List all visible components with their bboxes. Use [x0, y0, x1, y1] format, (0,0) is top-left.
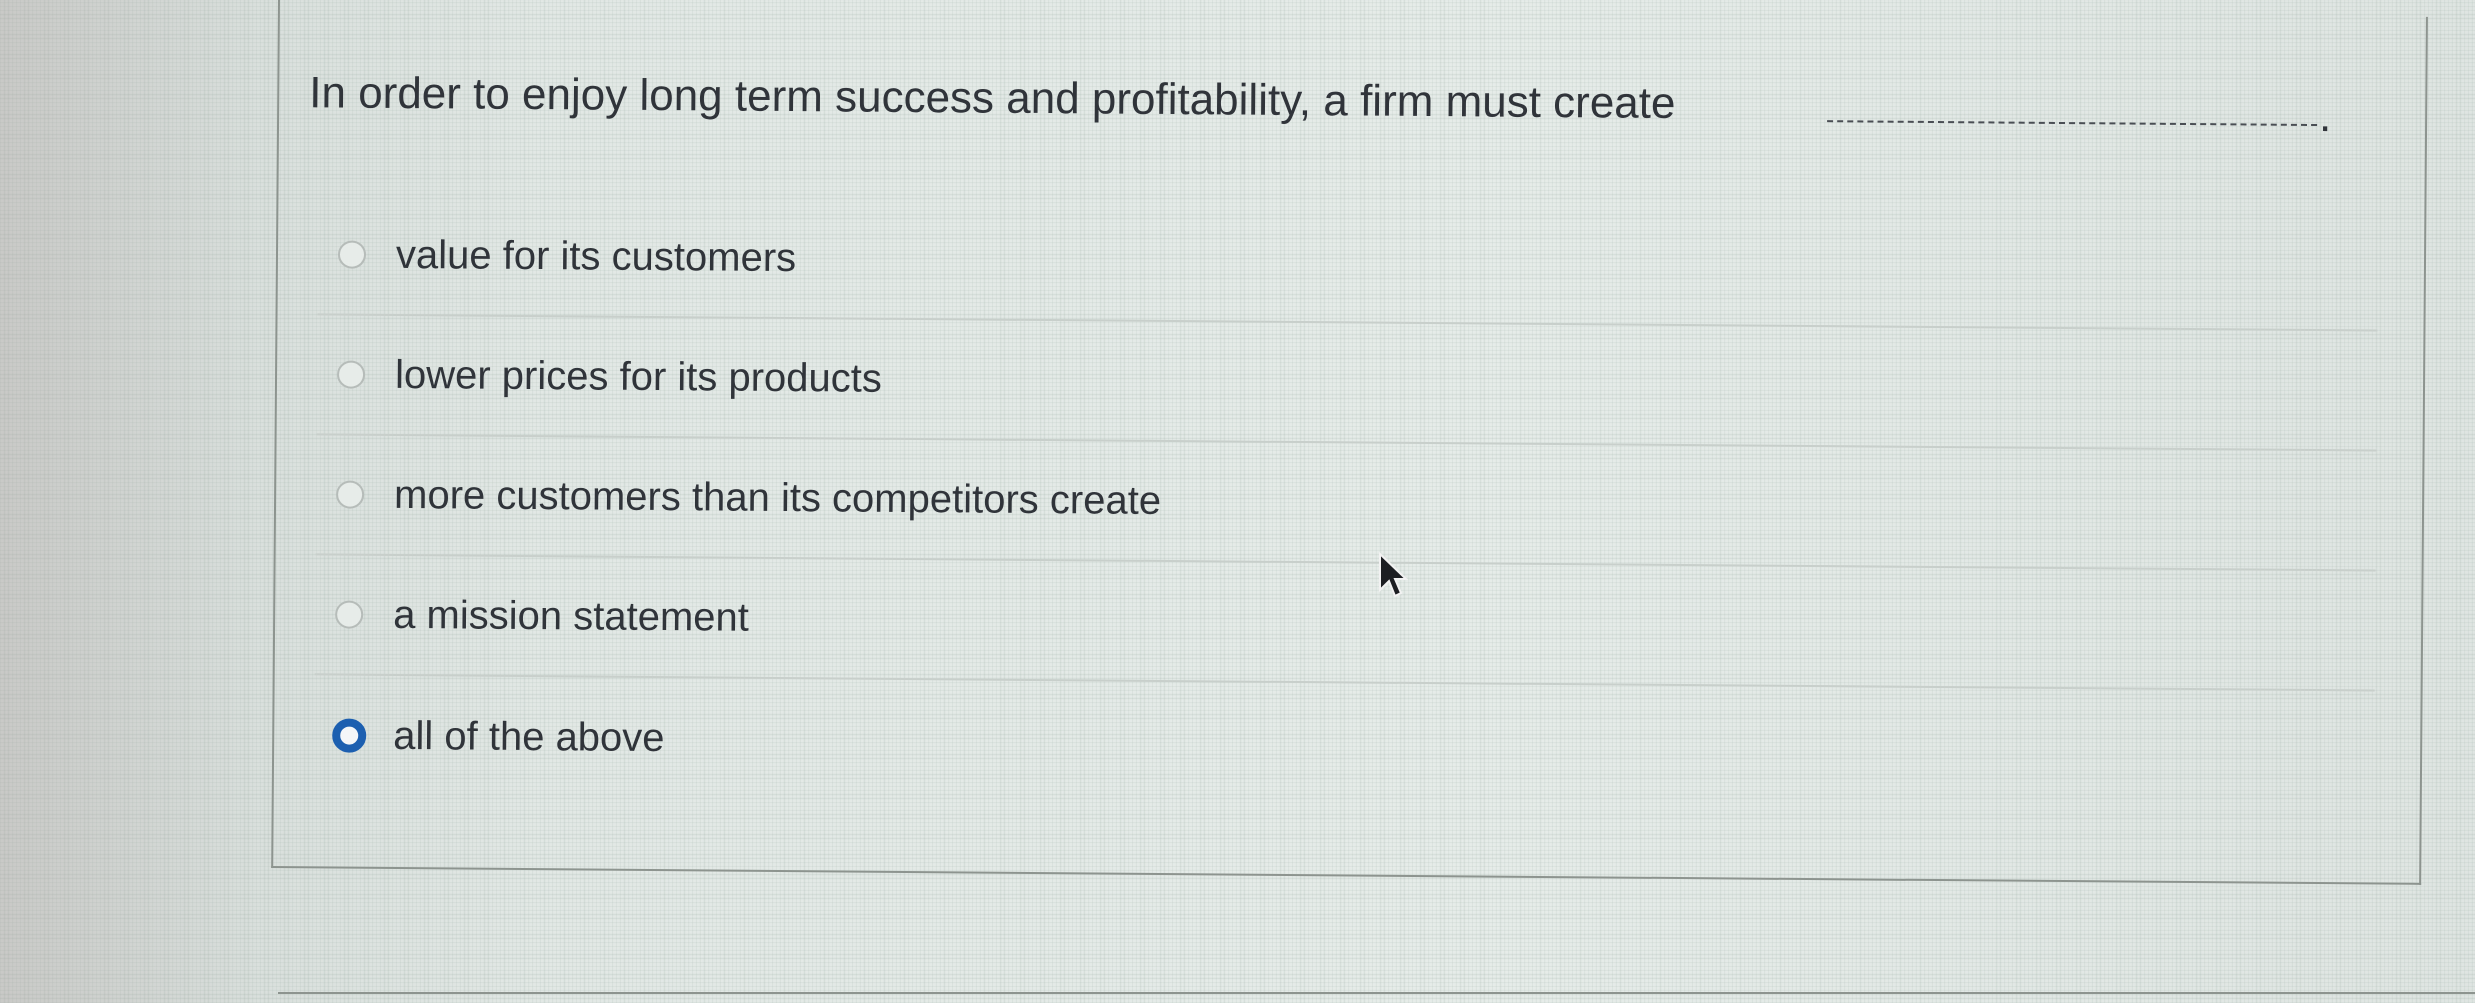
- option-row[interactable]: a mission statement: [314, 555, 2376, 692]
- question-period: .: [2318, 92, 2332, 142]
- radio-button[interactable]: [336, 480, 365, 509]
- question-text: In order to enjoy long term success and …: [309, 68, 1676, 128]
- option-row[interactable]: more customers than its competitors crea…: [315, 435, 2377, 572]
- option-row[interactable]: value for its customers: [317, 195, 2379, 332]
- background-shade: [0, 0, 260, 1003]
- radio-button[interactable]: [335, 600, 364, 629]
- option-label[interactable]: value for its customers: [396, 232, 796, 280]
- mouse-pointer-icon: [1379, 552, 1408, 598]
- answer-blank: [1827, 120, 2318, 127]
- radio-button-selected[interactable]: [332, 718, 367, 753]
- option-label[interactable]: more customers than its competitors crea…: [394, 472, 1161, 523]
- option-row[interactable]: all of the above: [314, 675, 2375, 811]
- radio-button[interactable]: [337, 240, 367, 269]
- option-label[interactable]: lower prices for its products: [395, 352, 882, 401]
- option-label[interactable]: a mission statement: [393, 592, 749, 640]
- question-panel: In order to enjoy long term success and …: [271, 0, 2428, 885]
- next-panel-border: [278, 992, 2475, 994]
- answer-options: value for its customers lower prices for…: [314, 195, 2379, 811]
- radio-button[interactable]: [336, 360, 366, 389]
- option-label[interactable]: all of the above: [393, 713, 665, 760]
- option-row[interactable]: lower prices for its products: [316, 315, 2378, 452]
